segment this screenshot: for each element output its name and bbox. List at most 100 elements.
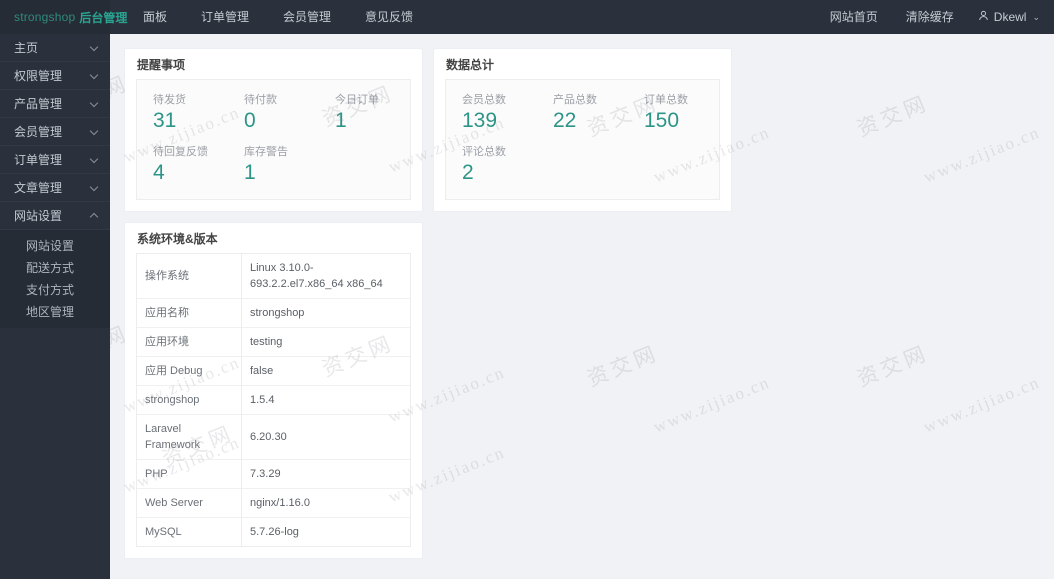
header-right-actions: 网站首页 清除缓存 Dkewl ⌄ xyxy=(816,0,1054,34)
top-nav-item-feedback[interactable]: 意见反馈 xyxy=(348,0,430,34)
row-value: 5.7.26-log xyxy=(242,518,411,547)
system-info-card-body: 操作系统 Linux 3.10.0-693.2.2.el7.x86_64 x86… xyxy=(125,253,422,558)
user-menu[interactable]: Dkewl ⌄ xyxy=(968,10,1040,24)
sidebar-item-label: 文章管理 xyxy=(14,179,91,196)
stat-label: 会员总数 xyxy=(462,93,537,107)
main-content: 提醒事项 待发货 31 待付款 0 今日订单 1 xyxy=(110,34,1054,579)
stat-value: 31 xyxy=(153,107,228,135)
table-row: Laravel Framework 6.20.30 xyxy=(137,415,411,460)
totals-stats-panel: 会员总数 139 产品总数 22 订单总数 150 评论总数 xyxy=(445,79,720,200)
stat-todays-orders[interactable]: 今日订单 1 xyxy=(319,89,410,141)
table-row: Web Server nginx/1.16.0 xyxy=(137,489,411,518)
chevron-down-icon xyxy=(91,183,100,192)
stat-label: 待回复反馈 xyxy=(153,145,228,159)
row-value: false xyxy=(242,357,411,386)
stat-pending-feedback-reply[interactable]: 待回复反馈 4 xyxy=(137,141,228,193)
stat-total-comments[interactable]: 评论总数 2 xyxy=(446,141,537,193)
sidebar-item-label: 主页 xyxy=(14,39,91,56)
chevron-down-icon xyxy=(91,127,100,136)
stat-value: 22 xyxy=(553,107,628,135)
stat-value: 1 xyxy=(335,107,410,135)
sidebar-item-label: 产品管理 xyxy=(14,95,91,112)
stat-label: 评论总数 xyxy=(462,145,537,159)
table-row: 应用 Debug false xyxy=(137,357,411,386)
clear-cache-link[interactable]: 清除缓存 xyxy=(892,0,968,34)
stat-total-products[interactable]: 产品总数 22 xyxy=(537,89,628,141)
stat-total-orders[interactable]: 订单总数 150 xyxy=(628,89,719,141)
top-nav-item-panel[interactable]: 面板 xyxy=(126,0,184,34)
sidebar-item-site-settings[interactable]: 网站设置 xyxy=(0,202,110,230)
cards-row: 提醒事项 待发货 31 待付款 0 今日订单 1 xyxy=(124,48,1040,212)
site-home-link[interactable]: 网站首页 xyxy=(816,0,892,34)
row-value: strongshop xyxy=(242,299,411,328)
stat-label: 库存警告 xyxy=(244,145,319,159)
stat-value: 139 xyxy=(462,107,537,135)
totals-card: 数据总计 会员总数 139 产品总数 22 订单总数 150 xyxy=(433,48,732,212)
admin-dashboard-page: strongshop 后台管理 面板 订单管理 会员管理 意见反馈 网站首页 清… xyxy=(0,0,1054,579)
row-key: 操作系统 xyxy=(137,254,242,299)
stat-label: 今日订单 xyxy=(335,93,410,107)
stat-total-members[interactable]: 会员总数 139 xyxy=(446,89,537,141)
row-value: testing xyxy=(242,328,411,357)
stat-pending-payment[interactable]: 待付款 0 xyxy=(228,89,319,141)
stat-pending-shipment[interactable]: 待发货 31 xyxy=(137,89,228,141)
sidebar-item-members[interactable]: 会员管理 xyxy=(0,118,110,146)
row-key: 应用 Debug xyxy=(137,357,242,386)
top-navigation: 面板 订单管理 会员管理 意见反馈 xyxy=(126,0,430,34)
sidebar-subitem-payment-methods[interactable]: 支付方式 xyxy=(0,278,110,300)
row-value: 1.5.4 xyxy=(242,386,411,415)
sidebar-subitem-site-settings[interactable]: 网站设置 xyxy=(0,234,110,256)
system-info-card: 系统环境&版本 操作系统 Linux 3.10.0-693.2.2.el7.x8… xyxy=(124,222,423,559)
row-value: nginx/1.16.0 xyxy=(242,489,411,518)
stat-value: 1 xyxy=(244,159,319,187)
table-row: MySQL 5.7.26-log xyxy=(137,518,411,547)
stat-label: 待付款 xyxy=(244,93,319,107)
reminders-card-body: 待发货 31 待付款 0 今日订单 1 待回复反馈 xyxy=(125,79,422,211)
sidebar-item-products[interactable]: 产品管理 xyxy=(0,90,110,118)
row-key: strongshop xyxy=(137,386,242,415)
system-info-table: 操作系统 Linux 3.10.0-693.2.2.el7.x86_64 x86… xyxy=(136,253,411,547)
row-key: MySQL xyxy=(137,518,242,547)
row-key: 应用环境 xyxy=(137,328,242,357)
sidebar-item-orders[interactable]: 订单管理 xyxy=(0,146,110,174)
row-value: 6.20.30 xyxy=(242,415,411,460)
system-info-card-title: 系统环境&版本 xyxy=(125,223,422,253)
chevron-down-icon xyxy=(91,155,100,164)
user-name: Dkewl xyxy=(994,10,1027,24)
row-key: 应用名称 xyxy=(137,299,242,328)
reminders-stats-panel: 待发货 31 待付款 0 今日订单 1 待回复反馈 xyxy=(136,79,411,200)
chevron-up-icon xyxy=(91,211,100,220)
reminders-card-title: 提醒事项 xyxy=(125,49,422,79)
sidebar-item-label: 会员管理 xyxy=(14,123,91,140)
sidebar-item-permissions[interactable]: 权限管理 xyxy=(0,62,110,90)
stat-stock-warning[interactable]: 库存警告 1 xyxy=(228,141,319,193)
sidebar-item-articles[interactable]: 文章管理 xyxy=(0,174,110,202)
table-row: 应用环境 testing xyxy=(137,328,411,357)
row-value: Linux 3.10.0-693.2.2.el7.x86_64 x86_64 xyxy=(242,254,411,299)
table-row: 应用名称 strongshop xyxy=(137,299,411,328)
stat-value: 4 xyxy=(153,159,228,187)
sidebar-subitem-shipping-methods[interactable]: 配送方式 xyxy=(0,256,110,278)
row-key: PHP xyxy=(137,460,242,489)
sidebar-submenu-site-settings: 网站设置 配送方式 支付方式 地区管理 xyxy=(0,230,110,328)
sidebar: 主页 权限管理 产品管理 会员管理 订单管理 文章管理 网站设置 网站设置 xyxy=(0,34,110,579)
user-icon xyxy=(978,10,994,24)
brand-logo-name: strongshop xyxy=(14,10,75,24)
sidebar-item-label: 网站设置 xyxy=(14,207,91,224)
stat-label: 订单总数 xyxy=(644,93,719,107)
top-header-bar: strongshop 后台管理 面板 订单管理 会员管理 意见反馈 网站首页 清… xyxy=(0,0,1054,34)
brand-logo[interactable]: strongshop 后台管理 xyxy=(0,0,110,34)
top-nav-item-members[interactable]: 会员管理 xyxy=(266,0,348,34)
stat-value: 0 xyxy=(244,107,319,135)
stat-label: 产品总数 xyxy=(553,93,628,107)
sidebar-item-home[interactable]: 主页 xyxy=(0,34,110,62)
reminders-card: 提醒事项 待发货 31 待付款 0 今日订单 1 xyxy=(124,48,423,212)
totals-card-body: 会员总数 139 产品总数 22 订单总数 150 评论总数 xyxy=(434,79,731,211)
sidebar-subitem-region-management[interactable]: 地区管理 xyxy=(0,300,110,322)
table-row: strongshop 1.5.4 xyxy=(137,386,411,415)
top-nav-item-orders[interactable]: 订单管理 xyxy=(184,0,266,34)
stat-value: 2 xyxy=(462,159,537,187)
chevron-down-icon xyxy=(91,71,100,80)
row-key: Laravel Framework xyxy=(137,415,242,460)
totals-card-title: 数据总计 xyxy=(434,49,731,79)
